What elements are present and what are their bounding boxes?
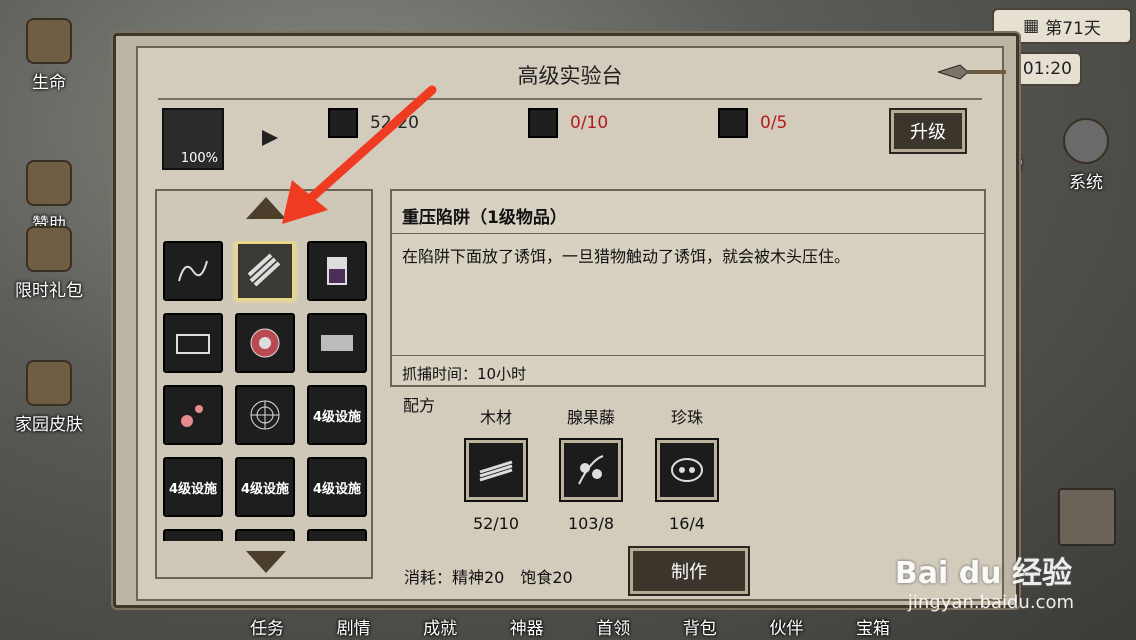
net-panel-icon bbox=[321, 335, 353, 351]
nav-tasks[interactable]: 任务 bbox=[250, 606, 284, 640]
item-locked[interactable]: 4级设施 bbox=[307, 457, 367, 517]
metal-icon bbox=[718, 108, 748, 138]
wood-icon bbox=[328, 108, 358, 138]
material-name: 珍珠 bbox=[670, 408, 703, 427]
item-name: 重压陷阱（1级物品） bbox=[402, 208, 567, 228]
herb-icon bbox=[528, 108, 558, 138]
skin-button[interactable]: 家园皮肤 bbox=[6, 360, 92, 435]
item-description-box: 重压陷阱（1级物品） 在陷阱下面放了诱饵，一旦猎物触动了诱饵，就会被木头压住。 … bbox=[390, 189, 986, 387]
item-locked[interactable]: 4级设施 bbox=[163, 457, 223, 517]
log-bundle-icon bbox=[247, 253, 281, 287]
material-vine: 腺果藤 103/8 bbox=[551, 404, 631, 533]
item-description: 在陷阱下面放了诱饵，一旦猎物触动了诱饵，就会被木头压住。 bbox=[402, 247, 851, 266]
upgrade-row: 100% 52/20 0/10 0/5 升级 bbox=[138, 100, 1002, 172]
gift-button[interactable]: 限时礼包 bbox=[6, 226, 92, 301]
sponsor-button[interactable]: 赞助 bbox=[6, 160, 92, 235]
spider-web-icon bbox=[250, 400, 280, 430]
item-locked[interactable]: 4级设施 bbox=[307, 385, 367, 445]
req-wood-count: 52/20 bbox=[370, 113, 419, 133]
capture-time: 抓捕时间：10小时 bbox=[402, 365, 527, 383]
vine-icon[interactable] bbox=[561, 440, 621, 500]
watermark-brand: Bai du 经验 bbox=[894, 556, 1072, 591]
item-net[interactable] bbox=[307, 313, 367, 373]
panel-title: 高级实验台 bbox=[517, 64, 623, 88]
jar-icon bbox=[327, 257, 347, 285]
req-herb: 0/10 bbox=[528, 108, 608, 138]
upgrade-button[interactable]: 升级 bbox=[891, 110, 965, 152]
req-herb-count: 0/10 bbox=[570, 113, 609, 133]
material-count: 16/4 bbox=[669, 514, 705, 533]
system-label: 系统 bbox=[1069, 173, 1103, 193]
material-name: 木材 bbox=[479, 408, 512, 427]
gift-label: 限时礼包 bbox=[15, 281, 83, 301]
rope-icon bbox=[178, 260, 208, 282]
req-metal-count: 0/5 bbox=[760, 113, 788, 133]
material-name: 腺果藤 bbox=[566, 408, 615, 427]
paint-bucket-icon bbox=[26, 360, 72, 406]
recipe-label: 配方 bbox=[403, 396, 436, 415]
wood-bundle-icon[interactable] bbox=[466, 440, 526, 500]
item-cells: 4级设施 4级设施 4级设施 4级设施 bbox=[163, 241, 373, 541]
nav-artifact[interactable]: 神器 bbox=[510, 606, 544, 640]
item-radio[interactable] bbox=[163, 313, 223, 373]
material-pearl: 珍珠 16/4 bbox=[647, 404, 727, 533]
close-spear-icon[interactable] bbox=[938, 62, 1008, 82]
gift-bag-icon bbox=[26, 226, 72, 272]
item-partial[interactable] bbox=[163, 529, 223, 541]
skin-label: 家园皮肤 bbox=[15, 415, 83, 435]
system-button[interactable]: 系统 bbox=[1046, 118, 1126, 193]
flower-garland-icon bbox=[181, 405, 203, 427]
radio-icon bbox=[176, 334, 210, 354]
nav-achievements[interactable]: 成就 bbox=[423, 606, 457, 640]
cost-label: 消耗：精神20 饱食20 bbox=[404, 568, 573, 587]
item-web[interactable] bbox=[235, 385, 295, 445]
nav-bag[interactable]: 背包 bbox=[683, 606, 717, 640]
life-button[interactable]: 生命 bbox=[6, 18, 92, 93]
station-progress: 100% bbox=[180, 151, 218, 166]
day-label: 第71天 bbox=[1045, 18, 1101, 39]
item-weight-trap[interactable] bbox=[235, 241, 295, 301]
item-grid: 4级设施 4级设施 4级设施 4级设施 bbox=[155, 189, 373, 579]
calendar-icon: ▦ bbox=[1023, 16, 1040, 36]
req-wood: 52/20 bbox=[328, 108, 419, 138]
nav-boss[interactable]: 首领 bbox=[596, 606, 630, 640]
treasure-chest-icon bbox=[26, 160, 72, 206]
watermark-url: jingyan.baidu.com bbox=[907, 592, 1074, 613]
gear-icon bbox=[1063, 118, 1109, 164]
make-button[interactable]: 制作 bbox=[630, 548, 748, 594]
station-icon: 100% bbox=[162, 108, 224, 170]
item-garland[interactable] bbox=[163, 385, 223, 445]
item-rope-trap[interactable] bbox=[163, 241, 223, 301]
desc-divider bbox=[392, 233, 984, 234]
material-count: 103/8 bbox=[567, 514, 615, 533]
scroll-down-icon[interactable] bbox=[246, 551, 286, 573]
muscle-icon bbox=[26, 18, 72, 64]
exit-icon[interactable] bbox=[1058, 488, 1116, 546]
req-metal: 0/5 bbox=[718, 108, 787, 138]
lab-panel: 高级实验台 100% 52/20 0/10 0/5 升级 4级设施 4级设施 4… bbox=[113, 33, 1019, 608]
nav-story[interactable]: 剧情 bbox=[337, 606, 371, 640]
panel-inner: 高级实验台 100% 52/20 0/10 0/5 升级 4级设施 4级设施 4… bbox=[136, 46, 1006, 601]
nav-chest[interactable]: 宝箱 bbox=[856, 606, 890, 640]
scroll-up-icon[interactable] bbox=[246, 197, 286, 219]
item-partial[interactable] bbox=[307, 529, 367, 541]
item-jar[interactable] bbox=[307, 241, 367, 301]
fan-icon bbox=[250, 328, 280, 358]
time-label: 01:20 bbox=[1022, 59, 1072, 79]
bottom-nav: 任务 剧情 成就 神器 首领 背包 伙伴 宝箱 bbox=[230, 606, 910, 640]
pearl-shell-icon[interactable] bbox=[657, 440, 717, 500]
item-fan[interactable] bbox=[235, 313, 295, 373]
life-label: 生命 bbox=[32, 73, 66, 93]
left-hud: 生命 赞助 限时礼包 家园皮肤 bbox=[0, 0, 120, 640]
arrow-right-icon bbox=[262, 130, 278, 146]
material-wood: 木材 52/10 bbox=[456, 404, 536, 533]
nav-partner[interactable]: 伙伴 bbox=[769, 606, 803, 640]
desc-divider-bottom bbox=[392, 355, 984, 356]
item-locked[interactable]: 4级设施 bbox=[235, 457, 295, 517]
material-count: 52/10 bbox=[472, 514, 520, 533]
item-partial[interactable] bbox=[235, 529, 295, 541]
